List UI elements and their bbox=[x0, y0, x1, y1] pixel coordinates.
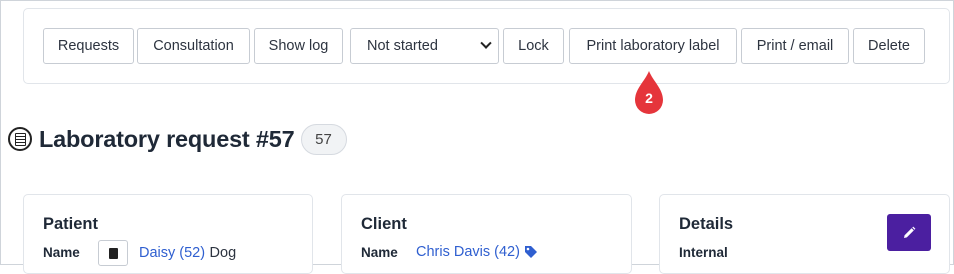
status-select-value: Not started bbox=[367, 38, 438, 54]
patient-record-button[interactable] bbox=[98, 240, 128, 266]
print-laboratory-label-button[interactable]: Print laboratory label bbox=[569, 28, 737, 64]
app-frame: Requests Consultation Show log Not start… bbox=[0, 0, 954, 274]
delete-button[interactable]: Delete bbox=[853, 28, 925, 64]
client-link[interactable]: Chris Davis (42) bbox=[416, 244, 520, 260]
consultation-button[interactable]: Consultation bbox=[137, 28, 250, 64]
edit-details-button[interactable] bbox=[887, 214, 931, 251]
details-card-title: Details bbox=[679, 215, 734, 233]
details-card: Details Internal bbox=[659, 194, 950, 274]
page-title: Laboratory request #57 bbox=[39, 125, 295, 152]
requests-button[interactable]: Requests bbox=[43, 28, 134, 64]
tag-icon[interactable] bbox=[524, 245, 538, 259]
request-count-badge: 57 bbox=[300, 123, 347, 155]
patient-link[interactable]: Daisy (52) bbox=[139, 245, 205, 261]
client-card-title: Client bbox=[361, 215, 407, 233]
status-select[interactable]: Not started bbox=[350, 28, 499, 64]
step-marker-label: 2 bbox=[645, 90, 653, 106]
client-card: Client Name Chris Davis (42) bbox=[341, 194, 632, 274]
patient-card: Patient Name Daisy (52) Dog bbox=[23, 194, 313, 274]
pencil-icon bbox=[904, 226, 916, 238]
patient-species: Dog bbox=[209, 245, 237, 261]
action-toolbar: Requests Consultation Show log Not start… bbox=[23, 8, 950, 84]
page-heading: Laboratory request #57 57 bbox=[8, 122, 347, 156]
document-icon bbox=[8, 127, 32, 151]
step-marker: 2 bbox=[633, 69, 665, 115]
patient-name-label: Name bbox=[43, 245, 80, 260]
client-name-label: Name bbox=[361, 245, 398, 260]
chevron-down-icon bbox=[480, 37, 492, 49]
book-icon bbox=[108, 247, 118, 259]
print-email-button[interactable]: Print / email bbox=[741, 28, 849, 64]
show-log-button[interactable]: Show log bbox=[254, 28, 343, 64]
patient-card-title: Patient bbox=[43, 215, 99, 233]
internal-label: Internal bbox=[679, 245, 728, 260]
lock-button[interactable]: Lock bbox=[503, 28, 564, 64]
client-name-value: Chris Davis (42) bbox=[416, 244, 538, 260]
patient-name-value: Daisy (52) Dog bbox=[139, 244, 236, 262]
